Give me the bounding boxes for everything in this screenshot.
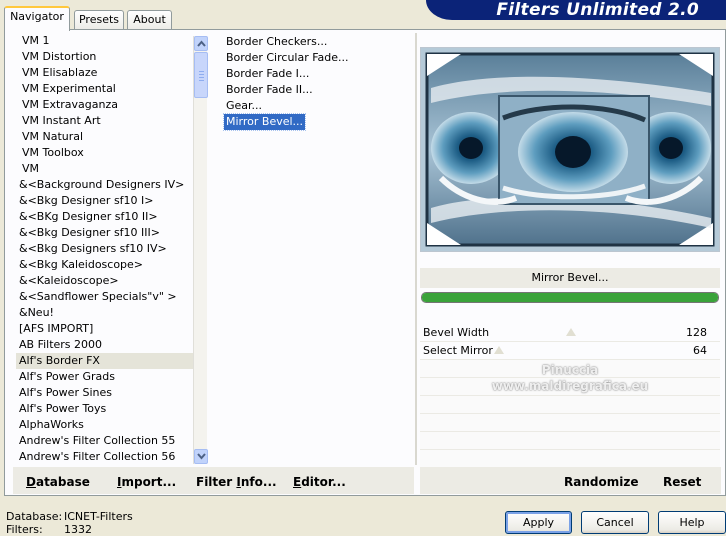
filter-item[interactable]: Border Fade I... (224, 66, 414, 82)
category-item[interactable]: Andrew's Filter Collection 55 (16, 433, 196, 449)
category-item[interactable]: [AFS IMPORT] (16, 321, 196, 337)
category-item[interactable]: &<Bkg Designer sf10 III> (16, 225, 196, 241)
param-slot-empty (420, 396, 720, 414)
category-item[interactable]: &<Kaleidoscope> (16, 273, 196, 289)
app-title-banner: Filters Unlimited 2.0 (426, 0, 726, 20)
navigator-panel: VM 1 VM Distortion VM Elisablaze VM Experim… (4, 29, 726, 496)
left-command-bar: Database Import... Filter Info... Editor… (13, 467, 414, 494)
param-slot-empty (420, 450, 720, 468)
category-item[interactable]: VM Instant Art (16, 113, 196, 129)
param-slot-empty (420, 414, 720, 432)
category-item[interactable]: &<Bkg Designer sf10 I> (16, 193, 196, 209)
tab-navigator[interactable]: Navigator (4, 6, 70, 31)
database-label: Database: (6, 510, 63, 523)
param-label: Bevel Width (423, 326, 490, 339)
scroll-thumb[interactable] (194, 52, 208, 98)
filter-item[interactable]: Gear... (224, 98, 414, 114)
randomize-button[interactable]: Randomize (564, 475, 638, 489)
filter-info-button[interactable]: Filter Info... (196, 475, 277, 489)
filters-count-label: Filters: (6, 523, 43, 536)
category-item[interactable]: VM Experimental (16, 81, 196, 97)
right-command-bar: Randomize Reset (420, 467, 721, 494)
current-filter-name: Mirror Bevel... (420, 268, 720, 288)
category-item[interactable]: VM Natural (16, 129, 196, 145)
watermark-line-2: www.maldiregrafica.eu (491, 379, 649, 393)
preview-image (420, 47, 720, 252)
panel-divider (415, 33, 417, 465)
category-item[interactable]: VM 1 (16, 33, 196, 49)
apply-button[interactable]: Apply (505, 511, 572, 534)
param-value: 128 (686, 326, 707, 339)
filter-item-selected[interactable]: Mirror Bevel... (222, 113, 307, 131)
category-list[interactable]: VM 1 VM Distortion VM Elisablaze VM Experim… (16, 33, 196, 466)
database-value: ICNET-Filters (64, 510, 133, 523)
category-item[interactable]: VM Toolbox (16, 145, 196, 161)
reset-button[interactable]: Reset (663, 475, 701, 489)
parameter-panel: Bevel Width 128 Select Mirror 64 (420, 324, 720, 468)
eye-artwork-image (421, 48, 719, 251)
category-item[interactable]: AlphaWorks (16, 417, 196, 433)
category-item[interactable]: &<Bkg Designers sf10 IV> (16, 241, 196, 257)
category-item[interactable]: &Neu! (16, 305, 196, 321)
category-item[interactable]: Alf's Power Sines (16, 385, 196, 401)
render-progress-bar (421, 292, 719, 303)
category-item-selected[interactable]: Alf's Border FX (16, 353, 196, 369)
category-item[interactable]: Andrew's Filter Collection 56 (16, 449, 196, 465)
database-info: Database: ICNET-Filters Filters: 1332 (6, 510, 133, 536)
category-item[interactable]: Alf's Power Toys (16, 401, 196, 417)
category-item[interactable]: &<BKg Designer sf10 II> (16, 209, 196, 225)
param-select-mirror[interactable]: Select Mirror 64 (420, 342, 720, 360)
param-value: 64 (693, 344, 707, 357)
progress-fill (422, 293, 718, 302)
database-button[interactable]: Database (26, 475, 90, 489)
editor-button[interactable]: Editor... (293, 475, 346, 489)
param-bevel-width[interactable]: Bevel Width 128 (420, 324, 720, 342)
cancel-button[interactable]: Cancel (581, 511, 649, 534)
category-item[interactable]: VM Extravaganza (16, 97, 196, 113)
filter-item[interactable]: Border Fade II... (224, 82, 414, 98)
import-button[interactable]: Import... (117, 475, 176, 489)
category-item[interactable]: AB Filters 2000 (16, 337, 196, 353)
category-item[interactable]: VM Distortion (16, 49, 196, 65)
category-item[interactable]: Alf's Power Grads (16, 369, 196, 385)
category-item[interactable]: &<Background Designers IV> (16, 177, 196, 193)
filter-list[interactable]: Border Checkers... Border Circular Fade..… (222, 34, 414, 464)
category-item[interactable]: VM (16, 161, 196, 177)
category-item[interactable]: &<Sandflower Specials"v" > (16, 289, 196, 305)
filters-count-value: 1332 (64, 523, 92, 536)
scroll-down-button[interactable] (194, 449, 208, 464)
filter-item[interactable]: Border Circular Fade... (224, 50, 414, 66)
category-item[interactable]: &<Bkg Kaleidoscope> (16, 257, 196, 273)
chevron-down-icon (197, 453, 206, 460)
chevron-up-icon (197, 40, 206, 47)
select-mirror-slider[interactable] (482, 346, 708, 358)
category-item[interactable]: VM Elisablaze (16, 65, 196, 81)
bevel-width-slider[interactable] (482, 328, 708, 340)
param-slot-empty (420, 432, 720, 450)
category-scrollbar[interactable] (193, 36, 208, 464)
tab-about[interactable]: About (127, 10, 172, 30)
filter-item[interactable]: Border Checkers... (224, 34, 414, 50)
watermark-line-1: Pinuccia (541, 363, 599, 377)
scroll-up-button[interactable] (194, 36, 208, 51)
tab-presets[interactable]: Presets (74, 10, 124, 30)
watermark: Pinuccia www.maldiregrafica.eu (420, 362, 720, 394)
help-button[interactable]: Help (658, 511, 726, 534)
